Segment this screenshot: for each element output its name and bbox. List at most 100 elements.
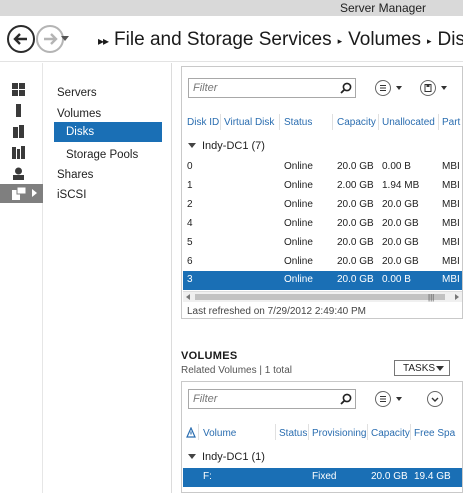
volumes-tasks-button[interactable]: TASKS	[394, 360, 450, 376]
main-content: Filter Disk ID Virtual Disk Status Capac…	[173, 63, 463, 493]
secondary-nav: Servers Volumes Disks Storage Pools Shar…	[44, 63, 172, 493]
cell-partition: MBI	[442, 161, 460, 172]
breadcrumb-item-volumes[interactable]: Volumes	[348, 29, 421, 51]
rail-item-dashboard[interactable]	[0, 80, 43, 99]
iis-icon	[13, 167, 24, 180]
table-row[interactable]: 6 Online 20.0 GB 20.0 GB MBI	[183, 253, 462, 272]
scroll-right-icon[interactable]	[455, 294, 459, 300]
col-divider	[308, 424, 309, 440]
col-volume[interactable]: Volume	[203, 428, 236, 439]
cell-free-space: 19.4 GB	[414, 471, 451, 482]
scroll-left-icon[interactable]	[186, 294, 190, 300]
rail-item-ad-ds[interactable]	[0, 143, 43, 162]
cell-capacity: 20.0 GB	[337, 237, 374, 248]
volumes-filter-input[interactable]: Filter	[188, 389, 356, 409]
group-label: Indy-DC1 (1)	[202, 451, 265, 463]
table-row[interactable]: 2 Online 20.0 GB 20.0 GB MBI	[183, 196, 462, 215]
cell-status: Online	[284, 180, 313, 191]
table-row[interactable]: 4 Online 20.0 GB 20.0 GB MBI	[183, 215, 462, 234]
rail-item-file-storage[interactable]	[0, 184, 43, 203]
disks-group-header[interactable]: Indy-DC1 (7)	[188, 140, 265, 152]
col-divider	[198, 424, 199, 440]
cell-unallocated: 20.0 GB	[382, 237, 419, 248]
cell-partition: MBI	[442, 237, 460, 248]
disks-filter-input[interactable]: Filter	[188, 78, 356, 98]
col-partition[interactable]: Part	[442, 117, 460, 128]
expand-section-button[interactable]	[427, 391, 443, 407]
history-dropdown[interactable]	[61, 36, 69, 41]
list-view-dropdown[interactable]	[396, 397, 402, 401]
col-divider	[279, 114, 280, 130]
rail-item-iis[interactable]	[0, 164, 43, 183]
col-divider	[367, 424, 368, 440]
col-provisioning[interactable]: Provisioning	[312, 428, 366, 439]
tasks-label: TASKS	[403, 363, 436, 374]
last-refreshed-text: Last refreshed on 7/29/2012 2:49:40 PM	[187, 306, 367, 317]
horizontal-scrollbar[interactable]: |||	[183, 291, 462, 302]
save-query-button[interactable]	[420, 80, 436, 96]
cell-capacity: 20.0 GB	[337, 161, 374, 172]
cell-partition: MBI	[442, 180, 460, 191]
cell-disk-id: 4	[187, 218, 193, 229]
cell-capacity: 20.0 GB	[337, 256, 374, 267]
list-view-dropdown[interactable]	[396, 86, 402, 90]
cell-status: Online	[284, 161, 313, 172]
volumes-section-subtitle: Related Volumes | 1 total	[181, 365, 292, 376]
chevron-down-icon	[436, 366, 444, 371]
save-icon	[424, 84, 432, 92]
rail-item-all-servers[interactable]	[0, 122, 43, 141]
col-status[interactable]: Status	[279, 428, 307, 439]
table-row-selected[interactable]: 3 Online 20.0 GB 0.00 B MBI	[183, 271, 462, 290]
table-row[interactable]: 0 Online 20.0 GB 0.00 B MBI	[183, 158, 462, 177]
disks-panel: Filter Disk ID Virtual Disk Status Capac…	[181, 66, 463, 319]
forward-button[interactable]	[36, 25, 64, 53]
title-bar: Server Manager	[0, 0, 463, 16]
breadcrumb-item-disks[interactable]: Disks	[438, 29, 463, 51]
cell-disk-id: 6	[187, 256, 193, 267]
volumes-group-header[interactable]: Indy-DC1 (1)	[188, 451, 265, 463]
table-row[interactable]: 1 Online 2.00 GB 1.94 MB MBI	[183, 177, 462, 196]
back-button[interactable]	[7, 25, 35, 53]
subnav-item-shares[interactable]: Shares	[57, 169, 93, 181]
arrow-right-icon	[44, 33, 58, 45]
cell-status: Online	[284, 218, 313, 229]
cell-capacity: 2.00 GB	[337, 180, 374, 191]
scrollbar-thumb[interactable]	[195, 294, 445, 300]
col-capacity[interactable]: Capacity	[337, 117, 376, 128]
cell-provisioning: Fixed	[312, 471, 337, 482]
col-disk-id[interactable]: Disk ID	[187, 117, 219, 128]
expand-arrow-icon	[32, 189, 37, 197]
subnav-item-iscsi[interactable]: iSCSI	[57, 189, 86, 201]
col-unallocated[interactable]: Unallocated	[382, 117, 435, 128]
col-status[interactable]: Status	[284, 117, 312, 128]
subnav-item-storage-pools[interactable]: Storage Pools	[66, 149, 138, 161]
col-capacity[interactable]: Capacity	[371, 428, 410, 439]
chevron-down-icon	[431, 397, 439, 402]
col-divider	[438, 114, 439, 130]
collapse-triangle-icon	[188, 454, 196, 459]
subnav-item-disks[interactable]: Disks	[54, 122, 162, 142]
list-view-button[interactable]	[375, 80, 391, 96]
breadcrumb-overflow-icon[interactable]: ▸▸	[98, 34, 109, 48]
cell-partition: MBI	[442, 274, 460, 285]
dashboard-icon	[12, 83, 25, 96]
col-divider	[275, 424, 276, 440]
col-free-space[interactable]: Free Spa	[414, 428, 455, 439]
table-row-selected[interactable]: F: Fixed 20.0 GB 19.4 GB	[183, 468, 462, 487]
breadcrumb-item-file-storage[interactable]: File and Storage Services	[114, 29, 332, 51]
subnav-item-servers[interactable]: Servers	[57, 87, 97, 99]
cell-disk-id: 5	[187, 237, 193, 248]
subnav-item-volumes[interactable]: Volumes	[57, 108, 101, 120]
rail-item-local-server[interactable]	[0, 101, 43, 120]
icon-rail	[0, 63, 43, 493]
cell-disk-id: 3	[187, 274, 193, 285]
table-row[interactable]: 5 Online 20.0 GB 20.0 GB MBI	[183, 234, 462, 253]
cell-partition: MBI	[442, 218, 460, 229]
save-query-dropdown[interactable]	[441, 86, 447, 90]
cell-unallocated: 0.00 B	[382, 274, 411, 285]
cell-unallocated: 0.00 B	[382, 161, 411, 172]
list-view-button[interactable]	[375, 391, 391, 407]
window-title: Server Manager	[339, 1, 426, 15]
col-virtual-disk[interactable]: Virtual Disk	[224, 117, 274, 128]
search-icon	[340, 393, 352, 405]
